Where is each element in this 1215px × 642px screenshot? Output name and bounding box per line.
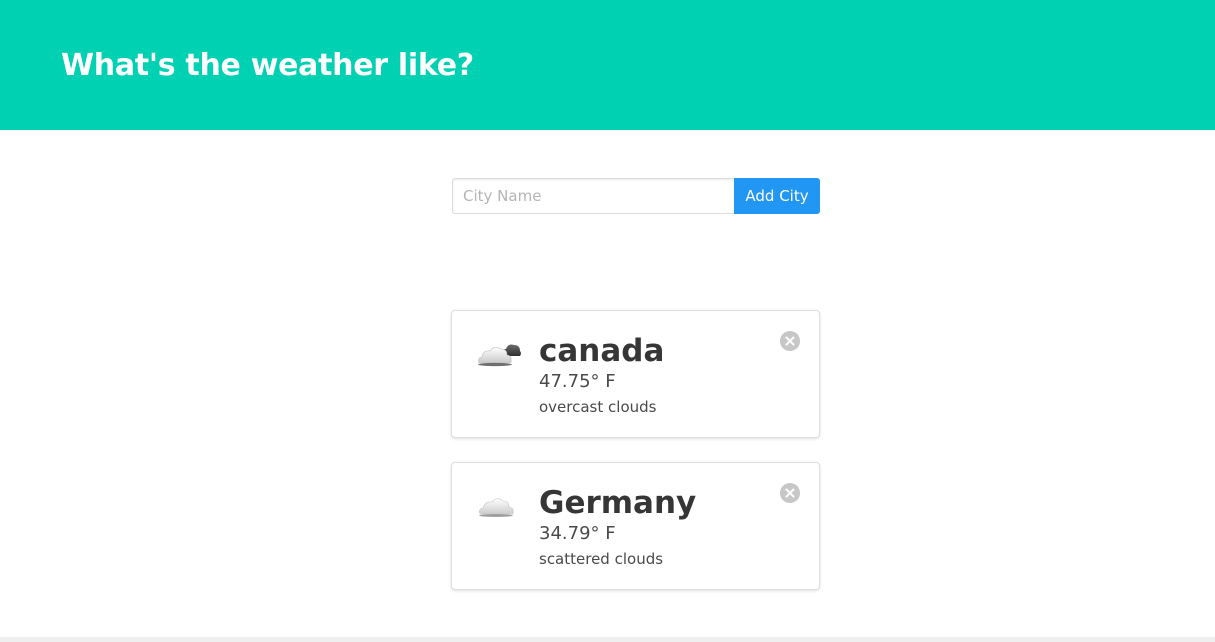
page-footer-divider [0, 637, 1215, 642]
city-name: Germany [539, 485, 697, 521]
close-icon [785, 488, 795, 498]
remove-city-button[interactable] [780, 483, 800, 503]
page-title: What's the weather like? [61, 48, 474, 83]
add-city-button[interactable]: Add City [734, 178, 820, 214]
add-city-form: Add City [452, 178, 820, 214]
city-name-input[interactable] [452, 178, 734, 214]
header-banner: What's the weather like? [0, 0, 1215, 130]
weather-description: scattered clouds [539, 550, 664, 568]
weather-description: overcast clouds [539, 398, 657, 416]
weather-card: canada 47.75° F overcast clouds [451, 310, 820, 438]
city-name: canada [539, 333, 665, 369]
weather-card: Germany 34.79° F scattered clouds [451, 462, 820, 590]
temperature: 34.79° F [539, 523, 616, 544]
scattered-clouds-icon [476, 491, 522, 521]
temperature: 47.75° F [539, 371, 616, 392]
remove-city-button[interactable] [780, 331, 800, 351]
close-icon [785, 336, 795, 346]
overcast-clouds-icon [476, 339, 522, 369]
